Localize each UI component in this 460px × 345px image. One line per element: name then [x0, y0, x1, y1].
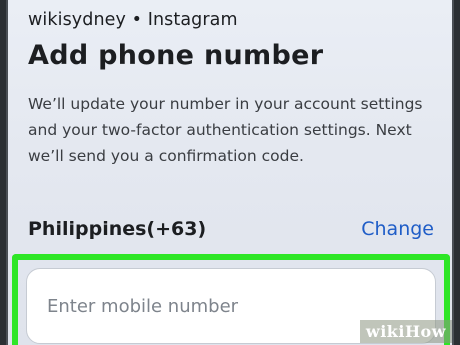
account-line: wikisydney • Instagram [28, 10, 238, 30]
wikihow-watermark: wikiHow [359, 320, 452, 343]
change-country-button[interactable]: Change [361, 218, 434, 240]
phone-screen: wikisydney • Instagram Add phone number … [6, 0, 454, 345]
description-text: We’ll update your number in your account… [28, 95, 423, 165]
page-title: Add phone number [28, 40, 324, 71]
country-code-label: Philippines(+63) [28, 218, 207, 240]
